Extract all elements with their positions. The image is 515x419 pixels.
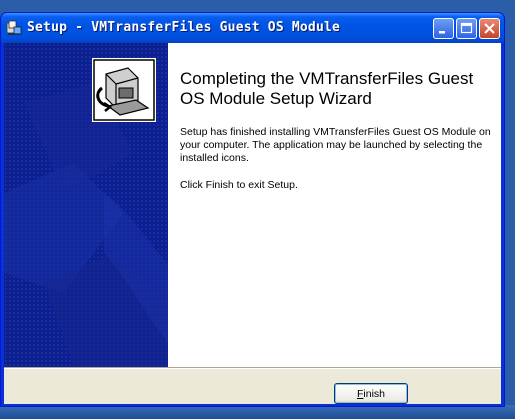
finish-button-label: inish [363,387,386,400]
finish-button[interactable]: Finish [334,383,408,404]
wizard-content: Completing the VMTransferFiles Guest OS … [168,43,501,367]
minimize-button[interactable] [433,18,454,39]
maximize-icon [460,22,473,34]
computer-install-icon [92,58,156,122]
setup-window: Setup - VMTransferFiles Guest OS Module [0,12,505,407]
maximize-button[interactable] [456,18,477,39]
desktop-background [0,405,515,419]
setup-installer-icon[interactable] [6,20,22,36]
button-area-divider [4,367,501,369]
close-button[interactable] [479,18,500,39]
finished-message: Setup has finished installing VMTransfer… [180,126,491,164]
title-bar[interactable]: Setup - VMTransferFiles Guest OS Module [1,13,504,43]
window-title: Setup - VMTransferFiles Guest OS Module [27,20,341,35]
exit-instruction: Click Finish to exit Setup. [180,179,298,191]
close-icon [484,23,495,34]
minimize-icon [439,31,445,34]
wizard-side-panel [4,43,168,367]
wizard-body: Completing the VMTransferFiles Guest OS … [4,43,501,404]
wizard-heading: Completing the VMTransferFiles Guest OS … [180,69,474,108]
